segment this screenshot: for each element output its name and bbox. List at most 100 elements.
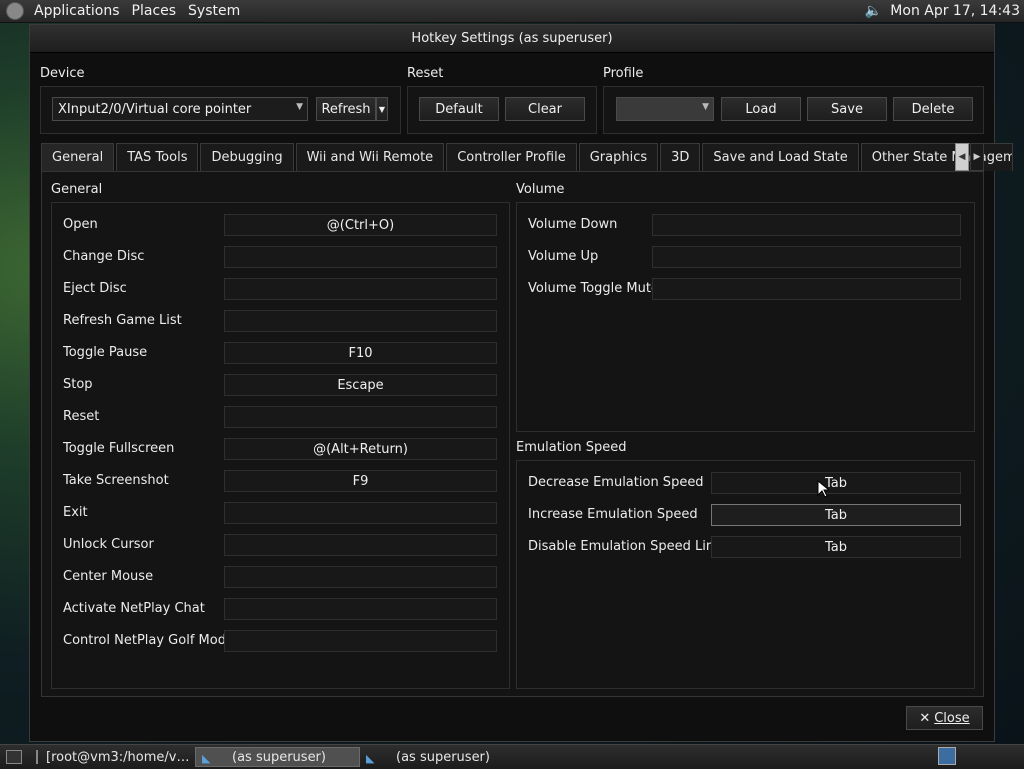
general-hotkey-field[interactable]: @(Alt+Return) <box>224 438 497 460</box>
device-select[interactable]: XInput2/0/Virtual core pointer ▼ <box>52 97 308 121</box>
refresh-button[interactable]: Refresh <box>316 97 376 121</box>
emulation-speed-hotkey-field[interactable]: Tab <box>711 472 961 494</box>
close-icon: ✕ <box>919 710 931 726</box>
profile-label: Profile <box>603 66 644 81</box>
general-hotkey-field[interactable] <box>224 566 497 588</box>
dolphin-icon: ◣ <box>202 752 211 765</box>
hotkey-settings-window: Hotkey Settings (as superuser) Device XI… <box>29 24 1013 742</box>
gnome-foot-icon[interactable] <box>6 2 24 20</box>
general-hotkey-field[interactable] <box>224 406 497 428</box>
general-hotkey-field[interactable]: Escape <box>224 374 497 396</box>
chevron-down-icon: ▼ <box>378 104 386 114</box>
emulation-speed-group <box>516 460 975 689</box>
menu-system[interactable]: System <box>182 3 246 19</box>
desktop-icon <box>6 750 22 764</box>
menu-places[interactable]: Places <box>126 3 183 19</box>
reset-label: Reset <box>407 66 444 81</box>
show-desktop-icon[interactable] <box>0 747 30 767</box>
terminal-icon <box>36 750 38 764</box>
volume-hotkey-field[interactable] <box>652 246 961 268</box>
clock[interactable]: Mon Apr 17, 14:43 <box>890 3 1024 19</box>
taskbar-item-dolphin[interactable]: ◣ (as superuser) <box>360 747 525 767</box>
tab-tas-tools[interactable]: TAS Tools <box>116 143 199 171</box>
menu-applications[interactable]: Applications <box>28 3 126 19</box>
volume-group <box>516 202 975 432</box>
profile-select[interactable]: ▼ <box>616 97 714 121</box>
volume-group-title: Volume <box>516 182 565 197</box>
taskbar-item-label: (as superuser) <box>396 749 490 765</box>
tab-scroll-right-icon[interactable]: ▶ <box>970 143 984 171</box>
general-hotkey-field[interactable]: @(Ctrl+O) <box>224 214 497 236</box>
general-hotkey-field[interactable] <box>224 278 497 300</box>
general-row-label: Center Mouse <box>63 569 154 584</box>
tab-3d[interactable]: 3D <box>660 143 701 171</box>
general-row-label: Stop <box>63 377 93 392</box>
window-title: Hotkey Settings (as superuser) <box>411 31 613 46</box>
system-tray: 🔈 Mon Apr 17, 14:43 <box>864 0 1024 22</box>
tab-debugging[interactable]: Debugging <box>200 143 294 171</box>
volume-row-label: Volume Up <box>528 249 599 264</box>
chevron-down-icon: ▼ <box>702 102 709 112</box>
general-row-label: Open <box>63 217 98 232</box>
general-row-label: Take Screenshot <box>63 473 169 488</box>
emulation-speed-group-title: Emulation Speed <box>516 440 627 455</box>
device-label: Device <box>40 66 85 81</box>
dolphin-icon: ◣ <box>366 752 375 765</box>
top-panel: Applications Places System 🔈 Mon Apr 17,… <box>0 0 1024 23</box>
general-hotkey-field[interactable] <box>224 534 497 556</box>
chevron-down-icon: ▼ <box>296 102 303 112</box>
taskbar-item-label: [root@vm3:/home/v… <box>46 749 190 765</box>
general-row-label: Unlock Cursor <box>63 537 154 552</box>
save-button[interactable]: Save <box>807 97 887 121</box>
volume-hotkey-field[interactable] <box>652 214 961 236</box>
refresh-menu-button[interactable]: ▼ <box>376 97 388 121</box>
emulation-speed-hotkey-field[interactable]: Tab <box>711 536 961 558</box>
tab-bar: General TAS Tools Debugging Wii and Wii … <box>41 143 1015 171</box>
close-button[interactable]: ✕ Close <box>906 706 983 730</box>
general-group-title: General <box>51 182 103 197</box>
emulation-speed-row-label: Disable Emulation Speed Limit <box>528 539 728 554</box>
close-button-label: Close <box>934 710 970 726</box>
device-select-value: XInput2/0/Virtual core pointer <box>58 101 252 117</box>
load-button[interactable]: Load <box>721 97 801 121</box>
tab-other-state-management[interactable]: Other State Managemen <box>860 143 1013 171</box>
general-hotkey-field[interactable]: F9 <box>224 470 497 492</box>
emulation-speed-hotkey-field[interactable]: Tab <box>711 504 961 526</box>
delete-button[interactable]: Delete <box>893 97 973 121</box>
tab-controller-profile[interactable]: Controller Profile <box>446 143 577 171</box>
tab-general[interactable]: General <box>41 143 115 171</box>
clear-button[interactable]: Clear <box>505 97 585 121</box>
taskbar: [root@vm3:/home/v… ◣ (as superuser) ◣ (a… <box>0 744 1024 769</box>
general-row-label: Toggle Fullscreen <box>63 441 175 456</box>
general-row-label: Reset <box>63 409 100 424</box>
volume-hotkey-field[interactable] <box>652 278 961 300</box>
workspace-switcher[interactable] <box>938 747 956 765</box>
taskbar-item-terminal[interactable]: [root@vm3:/home/v… <box>30 747 195 767</box>
general-row-label: Refresh Game List <box>63 313 182 328</box>
taskbar-item-label: (as superuser) <box>232 749 326 765</box>
tab-wii-and-wii-remote[interactable]: Wii and Wii Remote <box>295 143 445 171</box>
general-hotkey-field[interactable] <box>224 630 497 652</box>
general-row-label: Eject Disc <box>63 281 127 296</box>
emulation-speed-row-label: Increase Emulation Speed <box>528 507 698 522</box>
emulation-speed-row-label: Decrease Emulation Speed <box>528 475 704 490</box>
general-row-label: Exit <box>63 505 88 520</box>
general-row-label: Toggle Pause <box>63 345 148 360</box>
tab-save-and-load-state[interactable]: Save and Load State <box>702 143 859 171</box>
general-hotkey-field[interactable] <box>224 502 497 524</box>
general-row-label: Change Disc <box>63 249 145 264</box>
mouse-cursor-icon <box>817 480 829 498</box>
volume-row-label: Volume Down <box>528 217 618 232</box>
window-titlebar[interactable]: Hotkey Settings (as superuser) <box>30 25 994 53</box>
general-hotkey-field[interactable] <box>224 598 497 620</box>
tab-scroll-left-icon[interactable]: ◀ <box>955 143 969 171</box>
general-hotkey-field[interactable]: F10 <box>224 342 497 364</box>
tab-graphics[interactable]: Graphics <box>578 143 659 171</box>
general-hotkey-field[interactable] <box>224 310 497 332</box>
taskbar-item-hotkey-settings[interactable]: ◣ (as superuser) <box>195 747 360 767</box>
default-button[interactable]: Default <box>419 97 499 121</box>
volume-icon[interactable]: 🔈 <box>864 2 882 20</box>
general-hotkey-field[interactable] <box>224 246 497 268</box>
volume-row-label: Volume Toggle Mute <box>528 281 659 296</box>
general-row-label: Activate NetPlay Chat <box>63 601 205 616</box>
